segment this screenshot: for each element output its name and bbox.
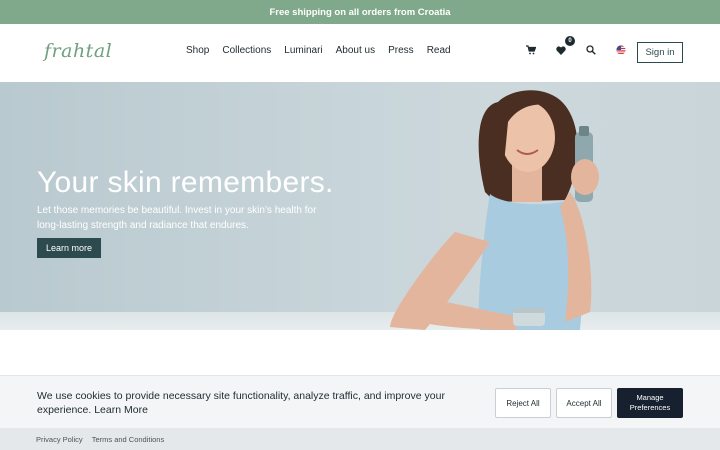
hero-title: Your skin remembers. <box>37 166 334 199</box>
wishlist-count-badge: 0 <box>565 36 575 46</box>
hero-banner: Your skin remembers. Let those memories … <box>0 82 720 330</box>
nav-collections[interactable]: Collections <box>222 45 271 56</box>
accept-all-button[interactable]: Accept All <box>556 388 612 418</box>
learn-more-button[interactable]: Learn more <box>37 238 101 258</box>
nav-about-us[interactable]: About us <box>336 45 375 56</box>
cookie-learn-more-link[interactable]: Learn More <box>94 404 148 416</box>
cookie-banner: We use cookies to provide necessary site… <box>0 375 720 428</box>
terms-link[interactable]: Terms and Conditions <box>92 435 165 444</box>
manage-preferences-button[interactable]: Manage Preferences <box>617 388 683 418</box>
privacy-policy-link[interactable]: Privacy Policy <box>36 435 83 444</box>
header-icons: 0 <box>523 36 629 58</box>
hero-model-image <box>390 90 599 330</box>
us-flag-icon[interactable] <box>613 42 629 58</box>
cart-icon[interactable] <box>523 42 539 58</box>
main-nav: Shop Collections Luminari About us Press… <box>186 45 451 56</box>
brand-logo[interactable]: frahtal <box>44 40 112 62</box>
nav-luminari[interactable]: Luminari <box>284 45 322 56</box>
promo-bar: Free shipping on all orders from Croatia <box>0 0 720 24</box>
wishlist-button[interactable]: 0 <box>553 36 575 58</box>
search-icon[interactable] <box>583 42 599 58</box>
nav-read[interactable]: Read <box>427 45 451 56</box>
nav-shop[interactable]: Shop <box>186 45 209 56</box>
cookie-message: We use cookies to provide necessary site… <box>37 389 457 417</box>
heart-icon <box>556 45 566 55</box>
hero-description: Let those memories be beautiful. Invest … <box>37 205 317 231</box>
footer-links: Privacy Policy Terms and Conditions <box>0 428 720 450</box>
reject-all-button[interactable]: Reject All <box>495 388 551 418</box>
site-header: frahtal Shop Collections Luminari About … <box>0 24 720 82</box>
nav-press[interactable]: Press <box>388 45 414 56</box>
promo-text: Free shipping on all orders from Croatia <box>269 6 451 18</box>
sign-in-button[interactable]: Sign in <box>637 42 683 63</box>
